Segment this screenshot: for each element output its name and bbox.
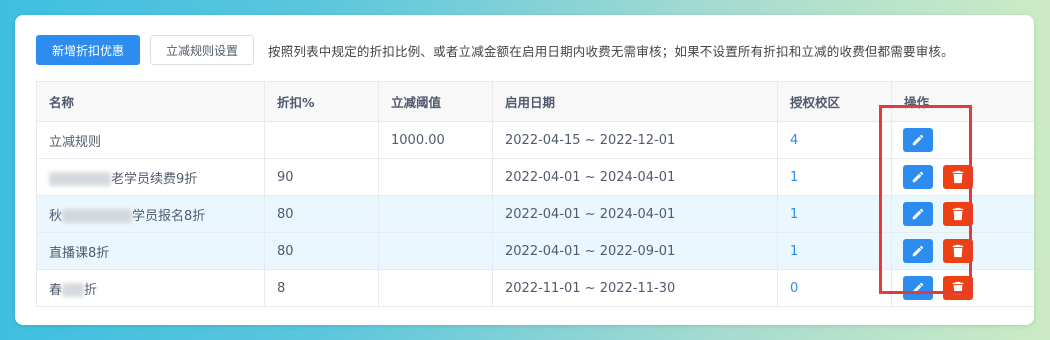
cell-threshold	[378, 269, 493, 307]
table-row: 春折 8 2022-11-01 ~ 2022-11-30 0	[36, 269, 1034, 307]
trash-icon	[952, 207, 964, 221]
cell-campus[interactable]: 4	[777, 121, 892, 159]
edit-button[interactable]	[903, 239, 933, 263]
cell-threshold: 1000.00	[378, 121, 493, 159]
table-header-row: 名称 折扣% 立减阈值 启用日期 授权校区 操作	[36, 81, 1034, 122]
cell-discount: 8	[264, 269, 379, 307]
cell-name: 直播课8折	[36, 232, 265, 270]
edit-button[interactable]	[903, 165, 933, 189]
cell-name-text: 折	[84, 282, 98, 298]
redacted-text	[62, 209, 133, 223]
cell-discount: 80	[264, 195, 379, 233]
column-header-discount: 折扣%	[264, 81, 379, 122]
discount-settings-card: 新增折扣优惠 立减规则设置 按照列表中规定的折扣比例、或者立减金额在启用日期内收…	[15, 15, 1034, 325]
pencil-icon	[912, 282, 924, 294]
cell-discount: 80	[264, 232, 379, 270]
delete-button[interactable]	[943, 202, 973, 226]
cell-ops	[891, 195, 1034, 233]
redacted-text	[62, 283, 85, 297]
cell-discount	[264, 121, 379, 159]
redacted-text	[49, 172, 111, 186]
pencil-icon	[912, 171, 924, 183]
cell-campus[interactable]: 1	[777, 158, 892, 196]
add-discount-button[interactable]: 新增折扣优惠	[36, 35, 140, 65]
cell-name-prefix: 秋	[49, 208, 63, 224]
delete-button[interactable]	[943, 276, 973, 300]
cell-threshold	[378, 158, 493, 196]
column-header-name: 名称	[36, 81, 265, 122]
cell-date: 2022-04-01 ~ 2024-04-01	[492, 158, 778, 196]
instruction-text: 按照列表中规定的折扣比例、或者立减金额在启用日期内收费无需审核；如果不设置所有折…	[268, 43, 954, 59]
trash-icon	[952, 170, 964, 184]
discount-table: 名称 折扣% 立减阈值 启用日期 授权校区 操作 立减规则 1000.00 20…	[36, 81, 1034, 307]
pencil-icon	[912, 245, 924, 257]
cell-name-prefix: 春	[49, 282, 63, 298]
delete-button[interactable]	[943, 165, 973, 189]
column-header-date: 启用日期	[492, 81, 778, 122]
table-row: 直播课8折 80 2022-04-01 ~ 2022-09-01 1	[36, 232, 1034, 270]
cell-name-text: 学员报名8折	[132, 208, 206, 224]
table-row: 立减规则 1000.00 2022-04-15 ~ 2022-12-01 4	[36, 121, 1034, 159]
cell-name: 老学员续费9折	[36, 158, 265, 196]
delete-button[interactable]	[943, 239, 973, 263]
table-row: 老学员续费9折 90 2022-04-01 ~ 2024-04-01 1	[36, 158, 1034, 196]
cell-discount: 90	[264, 158, 379, 196]
column-header-campus: 授权校区	[777, 81, 892, 122]
cell-ops	[891, 121, 1034, 159]
cell-name: 秋 学员报名8折	[36, 195, 265, 233]
cell-name: 立减规则	[36, 121, 265, 159]
cell-name: 春折	[36, 269, 265, 307]
cell-campus[interactable]: 1	[777, 195, 892, 233]
deduction-rule-settings-button[interactable]: 立减规则设置	[150, 35, 254, 65]
cell-ops	[891, 269, 1034, 307]
cell-date: 2022-11-01 ~ 2022-11-30	[492, 269, 778, 307]
cell-threshold	[378, 195, 493, 233]
trash-icon	[952, 244, 964, 258]
cell-name-text: 老学员续费9折	[111, 171, 198, 187]
cell-ops	[891, 232, 1034, 270]
table-row: 秋 学员报名8折 80 2022-04-01 ~ 2024-04-01 1	[36, 195, 1034, 233]
edit-button[interactable]	[903, 202, 933, 226]
cell-date: 2022-04-15 ~ 2022-12-01	[492, 121, 778, 159]
cell-threshold	[378, 232, 493, 270]
trash-icon	[952, 281, 964, 295]
pencil-icon	[912, 134, 924, 146]
edit-button[interactable]	[903, 128, 933, 152]
pencil-icon	[912, 208, 924, 220]
cell-campus[interactable]: 1	[777, 232, 892, 270]
toolbar: 新增折扣优惠 立减规则设置 按照列表中规定的折扣比例、或者立减金额在启用日期内收…	[36, 35, 954, 65]
cell-campus[interactable]: 0	[777, 269, 892, 307]
cell-date: 2022-04-01 ~ 2024-04-01	[492, 195, 778, 233]
column-header-ops: 操作	[891, 81, 1034, 122]
edit-button[interactable]	[903, 276, 933, 300]
cell-ops	[891, 158, 1034, 196]
column-header-threshold: 立减阈值	[378, 81, 493, 122]
cell-date: 2022-04-01 ~ 2022-09-01	[492, 232, 778, 270]
